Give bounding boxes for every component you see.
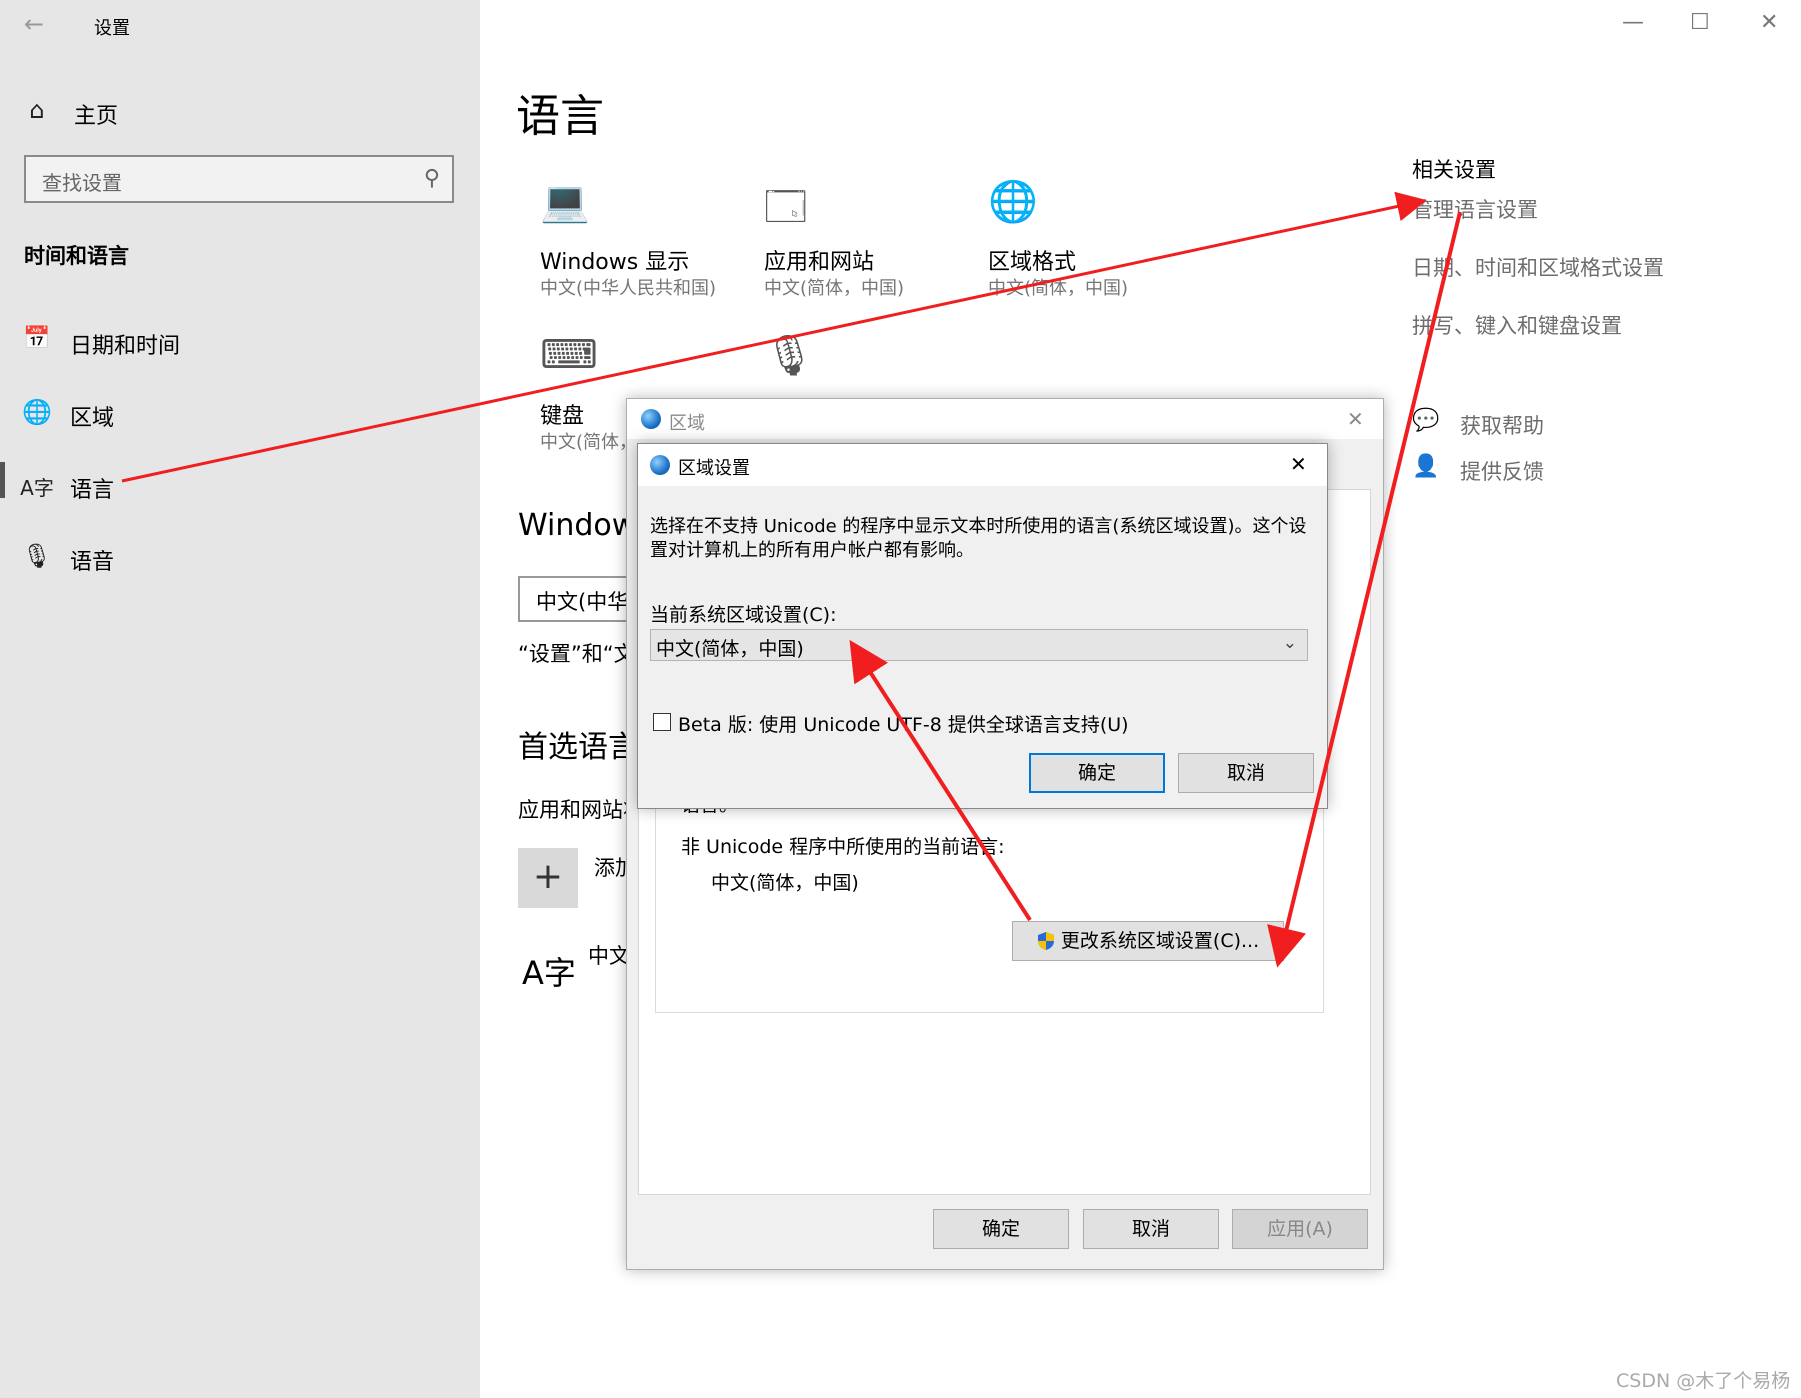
- language-icon: A字: [20, 476, 54, 500]
- sidebar-item-region[interactable]: 🌐 区域: [20, 398, 460, 434]
- change-system-locale-label: 更改系统区域设置(C)...: [1060, 930, 1260, 952]
- sidebar-item-label: 日期和时间: [70, 334, 181, 359]
- laptop-icon: 💻: [540, 179, 590, 225]
- feedback-icon: 👤: [1412, 454, 1440, 479]
- window-title: 设置: [94, 18, 130, 39]
- region-settings-title: 区域设置: [678, 458, 750, 479]
- shield-icon: [1037, 932, 1054, 950]
- tile-windows-display[interactable]: 💻 Windows 显示 中文(中华人民共和国): [540, 178, 740, 299]
- change-system-locale-button[interactable]: 更改系统区域设置(C)...: [1012, 921, 1284, 961]
- tile-label: Windows 显示: [540, 250, 690, 275]
- tile-sub: 中文(简体，中国): [988, 278, 1129, 299]
- beta-utf8-checkbox[interactable]: [653, 713, 671, 731]
- help-chat-icon: 💬: [1412, 408, 1440, 433]
- description-line-1: 选择在不支持 Unicode 的程序中显示文本时所使用的语言(系统区域设置)。这…: [650, 516, 1307, 537]
- selection-indicator: [0, 462, 5, 498]
- add-language-button[interactable]: + 添加: [518, 848, 638, 908]
- microphone-icon: 🎙: [764, 333, 815, 379]
- search-box[interactable]: 查找设置 ⚲: [24, 155, 454, 203]
- tile-sub: 中文(简体，: [540, 432, 638, 453]
- region-settings-cancel-button[interactable]: 取消: [1178, 753, 1314, 793]
- settings-note: “设置”和“文: [518, 642, 635, 666]
- globe-icon: [641, 409, 661, 429]
- search-input[interactable]: 查找设置: [42, 167, 122, 196]
- tile-label: 键盘: [540, 404, 585, 429]
- get-help-label: 获取帮助: [1460, 414, 1544, 438]
- language-icon: A字: [522, 954, 576, 992]
- region-dialog-close-button[interactable]: ✕: [1347, 407, 1364, 431]
- plus-icon: +: [518, 848, 578, 908]
- language-name: 中文: [588, 944, 630, 968]
- maximize-button[interactable]: ☐: [1690, 10, 1710, 35]
- section-title: 时间和语言: [24, 244, 129, 268]
- calendar-clock-icon: 📅: [23, 326, 51, 351]
- sidebar-item-datetime[interactable]: 📅 日期和时间: [20, 326, 460, 362]
- sidebar-item-language[interactable]: A字 语言: [20, 470, 460, 506]
- related-settings-title: 相关设置: [1412, 158, 1496, 182]
- region-settings-close-button[interactable]: ✕: [1290, 452, 1307, 476]
- region-apply-button[interactable]: 应用(A): [1232, 1209, 1368, 1249]
- tile-speech[interactable]: 🎙: [764, 332, 864, 392]
- tile-sub: 中文(简体，中国): [764, 278, 905, 299]
- region-cancel-button[interactable]: 取消: [1083, 1209, 1219, 1249]
- current-locale-label: 当前系统区域设置(C):: [650, 604, 837, 626]
- sidebar-item-speech[interactable]: 🎙 语音: [20, 542, 460, 578]
- display-language-value: 中文(中华: [536, 590, 629, 614]
- windows-display-heading: Window: [518, 508, 637, 543]
- description-line-2: 置对计算机上的所有用户帐户都有影响。: [650, 540, 974, 561]
- current-language-value: 中文(简体，中国): [711, 872, 859, 894]
- sidebar-home-label: 主页: [74, 104, 119, 129]
- home-icon: ⌂: [29, 96, 45, 124]
- current-language-label: 非 Unicode 程序中所使用的当前语言:: [681, 836, 1005, 858]
- system-locale-select[interactable]: 中文(简体，中国) ⌄: [650, 629, 1308, 661]
- tile-label: 区域格式: [988, 250, 1077, 275]
- back-button[interactable]: ←: [24, 10, 54, 38]
- sidebar-item-label: 区域: [70, 406, 115, 431]
- globe-format-icon: 🌐: [988, 179, 1038, 225]
- get-help-link[interactable]: 💬 获取帮助: [1412, 408, 1612, 438]
- region-dialog-title: 区域: [669, 413, 705, 434]
- feedback-label: 提供反馈: [1460, 460, 1544, 484]
- keyboard-icon: ⌨: [540, 332, 598, 378]
- tile-regional-format[interactable]: 🌐 区域格式 中文(简体，中国): [988, 178, 1188, 299]
- region-settings-dialog: 区域设置 ✕ 选择在不支持 Unicode 的程序中显示文本时所使用的语言(系统…: [637, 443, 1328, 809]
- globe-grid-icon: 🌐: [22, 398, 52, 426]
- region-dialog-titlebar: 区域 ✕: [627, 399, 1383, 439]
- tile-label: 应用和网站: [764, 250, 875, 275]
- search-icon[interactable]: ⚲: [424, 166, 440, 191]
- globe-icon: [650, 455, 670, 475]
- system-locale-value: 中文(简体，中国): [656, 638, 804, 660]
- arrow-left-icon: ←: [24, 10, 45, 38]
- region-ok-button[interactable]: 确定: [933, 1209, 1069, 1249]
- spelling-keyboard-link[interactable]: 拼写、键入和键盘设置: [1412, 310, 1622, 340]
- manage-language-link[interactable]: 管理语言设置: [1412, 194, 1538, 224]
- sidebar-item-home[interactable]: ⌂ 主页: [20, 96, 460, 130]
- close-button[interactable]: ✕: [1760, 10, 1778, 35]
- region-settings-ok-button[interactable]: 确定: [1029, 753, 1165, 793]
- datetime-region-link[interactable]: 日期、时间和区域格式设置: [1412, 252, 1664, 282]
- feedback-link[interactable]: 👤 提供反馈: [1412, 454, 1612, 484]
- sidebar: ← 设置 ⌂ 主页 查找设置 ⚲ 时间和语言 📅 日期和时间 🌐 区域 A字 语…: [0, 0, 480, 1398]
- sidebar-item-label: 语言: [70, 478, 115, 503]
- window-icon: 🗔: [764, 184, 808, 230]
- microphone-icon: 🎙: [21, 542, 53, 570]
- chevron-down-icon: ⌄: [1282, 633, 1297, 653]
- minimize-button[interactable]: —: [1622, 10, 1644, 35]
- preferred-languages-heading: 首选语言: [518, 730, 638, 765]
- sidebar-item-label: 语音: [70, 550, 115, 575]
- tile-apps-websites[interactable]: 🗔 应用和网站 中文(简体，中国): [764, 178, 964, 299]
- watermark: CSDN @木了个易杨: [1616, 1370, 1791, 1392]
- beta-utf8-label[interactable]: Beta 版: 使用 Unicode UTF-8 提供全球语言支持(U): [678, 710, 1129, 737]
- page-title: 语言: [516, 91, 604, 142]
- tile-sub: 中文(中华人民共和国): [540, 278, 717, 299]
- region-settings-titlebar: 区域设置 ✕: [638, 444, 1327, 486]
